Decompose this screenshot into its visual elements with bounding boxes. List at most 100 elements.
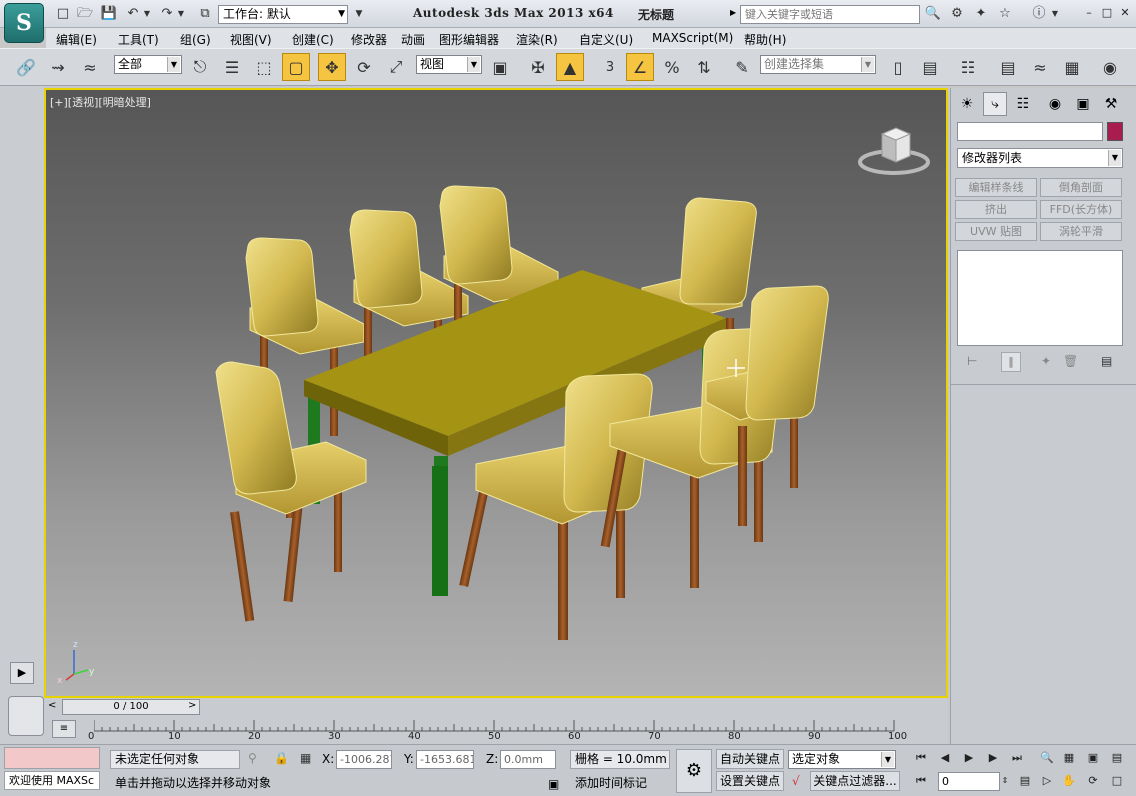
favorites-star-icon[interactable]: ☆ <box>996 6 1014 22</box>
layer-manager-icon[interactable]: ☷ <box>954 53 982 81</box>
rectangular-selection-icon[interactable]: ⬚ <box>250 53 278 81</box>
spinner-snap-icon[interactable]: ⇅ <box>690 53 718 81</box>
maximize-icon[interactable]: □ <box>1100 6 1114 20</box>
lock-selection-icon[interactable]: ⚲ <box>248 751 257 765</box>
remove-modifier-icon[interactable]: 🗑 <box>1063 354 1078 368</box>
select-and-move-icon[interactable]: ✥ <box>318 53 346 81</box>
select-and-rotate-icon[interactable]: ⟳ <box>350 53 378 81</box>
object-name-field[interactable] <box>957 122 1103 141</box>
zoom-icon[interactable]: 🔍 <box>1038 749 1056 767</box>
time-slider[interactable]: 0 / 100 <box>62 699 200 715</box>
manipulate-icon[interactable]: ✠ <box>524 53 552 81</box>
track-bar[interactable]: ≡ 0 10 20 30 40 50 60 70 80 90 100 <box>44 716 948 744</box>
time-slider-next-icon[interactable]: > <box>188 700 196 711</box>
perspective-viewport[interactable]: [+][透视][明暗处理] z x y <box>44 88 948 698</box>
display-tab-icon[interactable]: ▣ <box>1071 92 1095 116</box>
angle-snap-icon[interactable]: ∠ <box>626 53 654 81</box>
select-by-name-icon[interactable]: ☰ <box>218 53 246 81</box>
current-frame-field[interactable]: 0 <box>938 772 1000 791</box>
play-icon[interactable]: ▶ <box>960 749 978 767</box>
menu-graph-editors[interactable]: 图形编辑器 <box>439 31 499 48</box>
menu-views[interactable]: 视图(V) <box>230 31 272 48</box>
auto-key-button[interactable]: 自动关键点 <box>716 749 784 769</box>
menu-animation[interactable]: 动画 <box>401 31 425 48</box>
play-arrow-icon[interactable]: ▶ <box>10 662 34 684</box>
x-coordinate-field[interactable]: -1006.287 <box>336 750 392 769</box>
menu-group[interactable]: 组(G) <box>180 31 211 48</box>
named-selection-sets-dropdown[interactable]: 创建选择集 ▼ <box>760 55 876 74</box>
material-editor-icon[interactable]: ◉ <box>1096 53 1124 81</box>
binoculars-icon[interactable]: 🔍 <box>924 6 942 22</box>
keyboard-shortcut-override-icon[interactable]: ▲ <box>556 53 584 81</box>
select-and-link-icon[interactable]: 🔗 <box>12 53 40 81</box>
communication-center-icon[interactable]: ✦ <box>972 6 990 22</box>
workspace-dropdown[interactable]: 工作台: 默认 ▼ <box>218 5 348 24</box>
frame-spinner-icon[interactable]: ⇕ <box>1000 772 1010 790</box>
edit-named-selection-icon[interactable]: ✎ <box>728 53 756 81</box>
search-input[interactable]: 键入关键字或短语 <box>740 5 920 24</box>
redo-icon[interactable]: ↷ <box>158 6 176 22</box>
menu-help[interactable]: 帮助(H) <box>744 31 786 48</box>
configure-modifier-sets-icon[interactable]: ▤ <box>1101 354 1112 368</box>
customize-quick-access-icon[interactable]: ▼ <box>350 6 368 22</box>
go-to-end-icon[interactable]: ⏭ <box>1008 749 1026 767</box>
padlock-icon[interactable]: 🔒 <box>274 751 289 765</box>
project-folder-icon[interactable]: ⧉ <box>196 6 214 22</box>
modify-tab-icon[interactable]: ⤷ <box>983 92 1007 116</box>
key-filter-curve-icon[interactable]: √ <box>792 774 800 788</box>
subscription-icon[interactable]: ⚙ <box>948 6 966 22</box>
menu-maxscript[interactable]: MAXScript(M) <box>652 31 733 45</box>
maxscript-mini-listener-pink[interactable] <box>4 747 100 769</box>
align-icon[interactable]: ▤ <box>916 53 944 81</box>
time-slider-prev-icon[interactable]: < <box>48 700 56 711</box>
unlink-selection-icon[interactable]: ⇝ <box>44 53 72 81</box>
orbit-icon[interactable]: ⟳ <box>1084 772 1102 790</box>
make-unique-icon[interactable]: ✦ <box>1041 354 1051 368</box>
bind-to-space-warp-icon[interactable]: ≈ <box>76 53 104 81</box>
object-color-swatch[interactable] <box>1107 122 1123 141</box>
bevel-profile-button[interactable]: 倒角剖面 <box>1040 178 1122 197</box>
help-dropdown-icon[interactable]: ▼ <box>1050 6 1060 22</box>
modifier-list-dropdown[interactable]: 修改器列表 ▼ <box>957 148 1123 168</box>
schematic-view-icon[interactable]: ▦ <box>1058 53 1086 81</box>
redo-dropdown-icon[interactable]: ▼ <box>176 6 186 22</box>
close-icon[interactable]: ✕ <box>1118 6 1132 20</box>
help-icon[interactable]: ⓘ <box>1030 6 1048 22</box>
undo-icon[interactable]: ↶ <box>124 6 142 22</box>
absolute-mode-icon[interactable]: ▦ <box>300 751 311 765</box>
save-icon[interactable]: 💾 <box>100 6 118 22</box>
time-configuration-icon[interactable]: ▤ <box>1016 772 1034 790</box>
key-mode-dropdown[interactable]: 选定对象 ▼ <box>788 750 896 769</box>
key-mode-toggle-icon[interactable]: ⏮ <box>912 772 930 790</box>
menu-modifiers[interactable]: 修改器 <box>351 31 387 48</box>
menu-create[interactable]: 创建(C) <box>292 31 334 48</box>
next-frame-icon[interactable]: ▶ <box>984 749 1002 767</box>
pan-hand-icon[interactable]: ✋ <box>1060 772 1078 790</box>
show-end-result-icon[interactable]: ‖ <box>1001 352 1021 372</box>
select-and-scale-icon[interactable]: ⤢ <box>382 53 410 81</box>
create-tab-sun-icon[interactable]: ☀ <box>955 92 979 116</box>
undo-dropdown-icon[interactable]: ▼ <box>142 6 152 22</box>
zoom-extents-icon[interactable]: ▣ <box>1084 749 1102 767</box>
application-menu-button[interactable]: S <box>4 3 44 43</box>
curve-editor-icon[interactable]: ≈ <box>1026 53 1054 81</box>
maximize-viewport-icon[interactable]: □ <box>1108 772 1126 790</box>
reference-coordinate-dropdown[interactable]: 视图 ▼ <box>416 55 482 74</box>
pivot-center-icon[interactable]: ▣ <box>486 53 514 81</box>
menu-rendering[interactable]: 渲染(R) <box>516 31 558 48</box>
menu-edit[interactable]: 编辑(E) <box>56 31 97 48</box>
modifier-stack[interactable] <box>957 250 1123 346</box>
percent-snap-icon[interactable]: % <box>658 53 686 81</box>
chevron-right-icon[interactable]: ▶ <box>730 8 736 17</box>
previous-frame-icon[interactable]: ◀ <box>936 749 954 767</box>
extrude-button[interactable]: 挤出 <box>955 200 1037 219</box>
set-key-icon[interactable]: ⚙ <box>676 749 712 793</box>
new-file-icon[interactable]: □ <box>54 6 72 22</box>
add-time-tag[interactable]: 添加时间标记 <box>570 774 670 793</box>
mini-curve-editor-icon[interactable]: ≡ <box>52 720 76 738</box>
key-filters-button[interactable]: 关键点过滤器... <box>810 771 900 791</box>
snaps-toggle-icon[interactable]: 3 <box>596 53 624 81</box>
menu-customize[interactable]: 自定义(U) <box>579 31 633 48</box>
selection-filter-dropdown[interactable]: 全部 ▼ <box>114 55 182 74</box>
open-file-icon[interactable]: 🗁 <box>76 6 94 22</box>
